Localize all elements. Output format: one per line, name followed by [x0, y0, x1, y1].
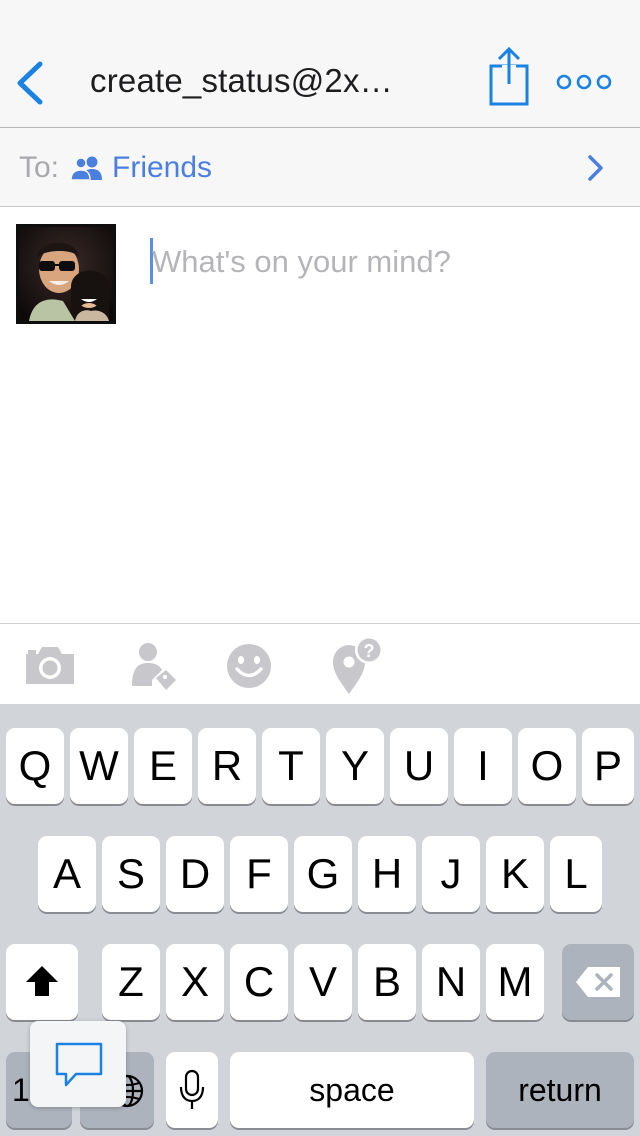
composer-toolbar: ? [0, 623, 640, 704]
profile-photo [19, 227, 113, 321]
camera-icon [26, 647, 74, 684]
audience-value: Friends [112, 151, 213, 184]
key-c[interactable]: C [230, 944, 288, 1020]
key-x[interactable]: X [166, 944, 224, 1020]
key-l[interactable]: L [550, 836, 602, 912]
check-in-button[interactable]: ? [325, 636, 385, 696]
key-o[interactable]: O [518, 728, 576, 804]
key-t[interactable]: T [262, 728, 320, 804]
feeling-button[interactable] [219, 636, 279, 696]
key-i[interactable]: I [454, 728, 512, 804]
svg-text:?: ? [364, 641, 375, 661]
key-z[interactable]: Z [102, 944, 160, 1020]
shift-key[interactable] [6, 944, 78, 1020]
shift-icon [26, 966, 58, 996]
chevron-right-icon [588, 155, 603, 181]
location-question-icon: ? [333, 636, 383, 694]
dictation-key[interactable] [166, 1052, 218, 1128]
delete-key[interactable] [562, 944, 634, 1020]
navigation-bar: create_status@2x… [0, 0, 640, 128]
smiley-icon [227, 644, 271, 688]
to-label: To: [19, 151, 60, 184]
friends-icon [71, 156, 102, 181]
status-input[interactable] [152, 242, 612, 282]
more-button[interactable] [556, 70, 612, 94]
key-w[interactable]: W [70, 728, 128, 804]
message-popover-button[interactable] [30, 1021, 126, 1107]
key-d[interactable]: D [166, 836, 224, 912]
key-n[interactable]: N [422, 944, 480, 1020]
key-s[interactable]: S [102, 836, 160, 912]
key-p[interactable]: P [582, 728, 634, 804]
key-q[interactable]: Q [6, 728, 64, 804]
key-h[interactable]: H [358, 836, 416, 912]
key-y[interactable]: Y [326, 728, 384, 804]
key-k[interactable]: K [486, 836, 544, 912]
back-button[interactable] [12, 58, 52, 108]
audience-selector[interactable]: To: Friends [0, 128, 640, 207]
screen: create_status@2x… To: Friends What's on … [0, 0, 640, 1136]
chat-bubble-icon [55, 1042, 103, 1087]
page-title: create_status@2x… [90, 62, 393, 99]
microphone-icon [179, 1069, 205, 1109]
key-v[interactable]: V [294, 944, 352, 1020]
key-u[interactable]: U [390, 728, 448, 804]
key-e[interactable]: E [134, 728, 192, 804]
key-b[interactable]: B [358, 944, 416, 1020]
chevron-left-icon [17, 61, 43, 105]
key-m[interactable]: M [486, 944, 544, 1020]
return-key[interactable]: return [486, 1052, 634, 1128]
key-r[interactable]: R [198, 728, 256, 804]
tag-person-icon [132, 643, 176, 690]
tag-people-button[interactable] [124, 636, 184, 696]
add-photo-button[interactable] [20, 636, 80, 696]
key-a[interactable]: A [38, 836, 96, 912]
key-j[interactable]: J [422, 836, 480, 912]
avatar [16, 224, 116, 324]
share-icon [489, 46, 529, 106]
space-key[interactable]: space [230, 1052, 474, 1128]
share-button[interactable] [486, 46, 532, 108]
key-f[interactable]: F [230, 836, 288, 912]
key-g[interactable]: G [294, 836, 352, 912]
composer [0, 207, 640, 623]
delete-icon [576, 967, 620, 997]
more-dots-icon [556, 74, 612, 90]
